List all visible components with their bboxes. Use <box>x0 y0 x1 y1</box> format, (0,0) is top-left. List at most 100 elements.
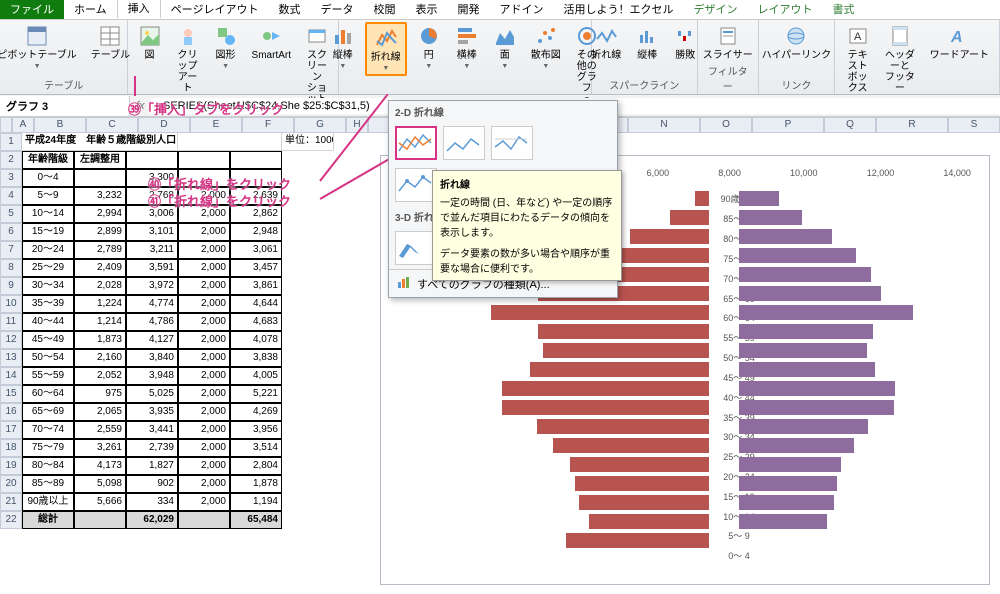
cell[interactable]: 2,000 <box>178 385 230 403</box>
cell[interactable]: 2,000 <box>178 403 230 421</box>
cell[interactable]: 975 <box>74 385 126 403</box>
pivot-button[interactable]: ピボットテーブル▼ <box>0 22 81 72</box>
select-all-corner[interactable] <box>0 117 12 133</box>
column-header[interactable]: O <box>700 117 752 133</box>
cell[interactable]: 75～79 <box>22 439 74 457</box>
cell[interactable]: 5～9 <box>22 187 74 205</box>
cell[interactable]: 3,591 <box>126 259 178 277</box>
cell[interactable]: 1,827 <box>126 457 178 475</box>
tab-review[interactable]: 校閲 <box>363 0 405 19</box>
row-header[interactable]: 2 <box>0 151 22 169</box>
column-header[interactable]: C <box>86 117 138 133</box>
cell[interactable]: 2,000 <box>178 313 230 331</box>
cell[interactable]: 25～29 <box>22 259 74 277</box>
tab-view[interactable]: 表示 <box>405 0 447 19</box>
column-header[interactable]: R <box>876 117 948 133</box>
cell[interactable]: 3,838 <box>230 349 282 367</box>
cell[interactable]: 2,000 <box>178 277 230 295</box>
tab-addins[interactable]: アドイン <box>489 0 553 19</box>
cell[interactable]: 4,786 <box>126 313 178 331</box>
row-header[interactable]: 14 <box>0 367 22 385</box>
hyperlink-button[interactable]: ハイパーリンク <box>758 22 836 63</box>
row-header[interactable]: 6 <box>0 223 22 241</box>
cell[interactable]: 2,052 <box>74 367 126 385</box>
row-header[interactable]: 5 <box>0 205 22 223</box>
slicer-button[interactable]: スライサー <box>699 22 757 63</box>
cell[interactable]: 902 <box>126 475 178 493</box>
cell[interactable]: 334 <box>126 493 178 511</box>
cell[interactable]: 2,000 <box>178 349 230 367</box>
cell[interactable]: 2,160 <box>74 349 126 367</box>
tab-formulas[interactable]: 数式 <box>268 0 310 19</box>
sparkline-column-button[interactable]: 縦棒 <box>631 22 663 63</box>
cell[interactable]: 20～24 <box>22 241 74 259</box>
column-header[interactable]: A <box>12 117 34 133</box>
cell[interactable]: 2,065 <box>74 403 126 421</box>
tab-file[interactable]: ファイル <box>0 0 64 19</box>
cell[interactable] <box>178 511 230 529</box>
cell[interactable]: 30～34 <box>22 277 74 295</box>
cell[interactable]: 2,000 <box>178 439 230 457</box>
cell[interactable]: 2,000 <box>178 457 230 475</box>
cell[interactable] <box>178 133 282 151</box>
cell[interactable]: 3,232 <box>74 187 126 205</box>
cell[interactable]: 1,194 <box>230 493 282 511</box>
cell[interactable]: 85～89 <box>22 475 74 493</box>
linechart-type-100stacked[interactable] <box>491 126 533 160</box>
cell[interactable]: 2,789 <box>74 241 126 259</box>
tab-layout[interactable]: レイアウト <box>747 0 822 19</box>
textbox-button[interactable]: Aテキスト ボックス <box>841 22 874 96</box>
tab-data[interactable]: データ <box>310 0 363 19</box>
cell[interactable]: 5,098 <box>74 475 126 493</box>
cell[interactable]: 平成24年度 年齢５歳階級別人口 <box>22 133 178 151</box>
row-header[interactable]: 1 <box>0 133 22 151</box>
tab-home[interactable]: ホーム <box>64 0 117 19</box>
cell[interactable]: 2,994 <box>74 205 126 223</box>
cell[interactable]: 3,211 <box>126 241 178 259</box>
cell[interactable]: 3,861 <box>230 277 282 295</box>
cell[interactable]: 4,644 <box>230 295 282 313</box>
chart-line-button[interactable]: 折れ線▼ <box>365 22 407 76</box>
sparkline-line-button[interactable]: 折れ線 <box>587 22 625 63</box>
cell[interactable]: 3,061 <box>230 241 282 259</box>
chart-area-button[interactable]: 面▼ <box>489 22 521 72</box>
column-header[interactable]: S <box>948 117 1000 133</box>
linechart-type-basic[interactable] <box>395 126 437 160</box>
cell[interactable]: 2,000 <box>178 475 230 493</box>
cell[interactable]: 2,804 <box>230 457 282 475</box>
column-header[interactable]: F <box>242 117 294 133</box>
cell[interactable]: 70～74 <box>22 421 74 439</box>
wordart-button[interactable]: Aワードアート <box>926 22 993 63</box>
sparkline-winloss-button[interactable]: 勝敗 <box>669 22 701 63</box>
cell[interactable]: 3,956 <box>230 421 282 439</box>
tab-use[interactable]: 活用しよう！エクセル <box>553 0 683 19</box>
name-box[interactable]: グラフ 3 <box>0 96 130 116</box>
cell[interactable]: 62,029 <box>126 511 178 529</box>
cell[interactable]: 1,224 <box>74 295 126 313</box>
cell[interactable]: 5,666 <box>74 493 126 511</box>
clipart-button[interactable]: クリップ アート <box>172 22 204 96</box>
cell[interactable] <box>74 169 126 187</box>
cell[interactable]: 3,972 <box>126 277 178 295</box>
cell[interactable]: 2,000 <box>178 367 230 385</box>
cell[interactable]: 15～19 <box>22 223 74 241</box>
cell[interactable]: 0～4 <box>22 169 74 187</box>
cell[interactable]: 2,000 <box>178 259 230 277</box>
table-button[interactable]: テーブル <box>87 22 134 63</box>
cell[interactable]: 55～59 <box>22 367 74 385</box>
cell[interactable]: 1,873 <box>74 331 126 349</box>
column-header[interactable]: Q <box>824 117 876 133</box>
row-header[interactable]: 19 <box>0 457 22 475</box>
chart-pie-button[interactable]: 円▼ <box>413 22 445 72</box>
row-header[interactable]: 20 <box>0 475 22 493</box>
cell[interactable]: 2,000 <box>178 493 230 511</box>
column-header[interactable]: E <box>190 117 242 133</box>
tab-insert[interactable]: 挿入 <box>117 0 161 19</box>
row-header[interactable]: 8 <box>0 259 22 277</box>
cell[interactable]: 3,457 <box>230 259 282 277</box>
cell[interactable]: 4,683 <box>230 313 282 331</box>
linechart-type-markers[interactable] <box>395 168 437 202</box>
cell[interactable]: 2,000 <box>178 421 230 439</box>
row-header[interactable]: 22 <box>0 511 22 529</box>
row-header[interactable]: 16 <box>0 403 22 421</box>
